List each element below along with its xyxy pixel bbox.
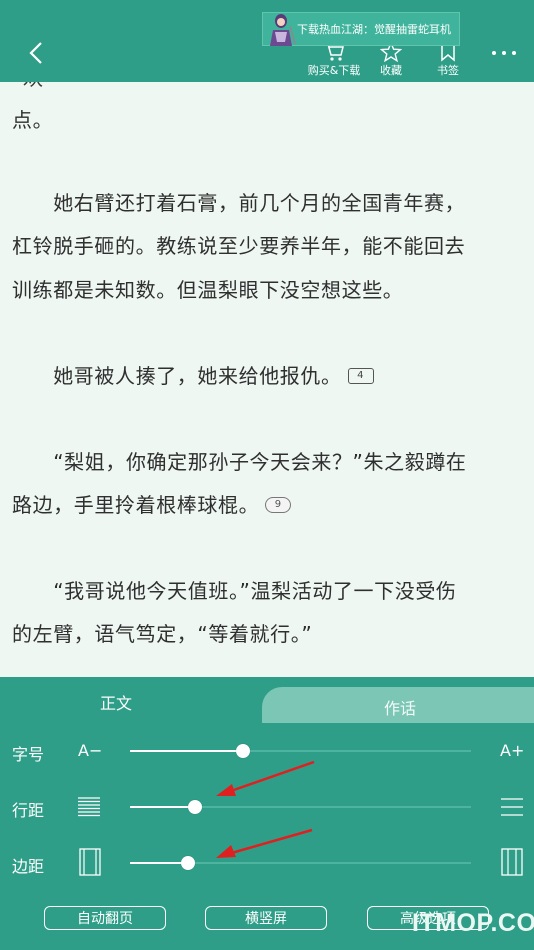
ad-banner[interactable]: 下载热血江湖：觉醒抽雷蛇耳机 xyxy=(262,12,460,46)
more-button[interactable] xyxy=(492,46,516,60)
margin-narrow-icon xyxy=(79,848,101,876)
chevron-left-icon xyxy=(29,42,42,64)
margin-narrow-button[interactable] xyxy=(79,848,101,880)
more-dot-icon xyxy=(502,51,506,55)
watermark: ITMOP.COM xyxy=(412,909,534,937)
text-line: 路边，手里拎着根棒球棍。 9 xyxy=(12,493,292,517)
partial-text-line: “欢~~~~~~~~~~~~~~~~~~~~~~” xyxy=(12,82,436,90)
tab-main-text[interactable]: 正文 xyxy=(100,690,132,714)
buy-download-label: 购买&下载 xyxy=(307,64,361,77)
comment-count-badge[interactable]: 4 xyxy=(347,367,374,384)
margin-wide-icon xyxy=(501,848,523,876)
text-line: “我哥说他今天值班。”温梨活动了一下没受伤 xyxy=(12,579,457,603)
auto-page-turn-button[interactable]: 自动翻页 xyxy=(44,906,166,930)
orientation-button[interactable]: 横竖屏 xyxy=(205,906,327,930)
text-line: 她哥被人揍了，她来给他报仇。 4 xyxy=(12,364,374,388)
text-line: 她右臂还打着石膏，前几个月的全国青年赛， xyxy=(12,191,466,215)
font-size-slider-thumb[interactable] xyxy=(236,744,250,758)
margin-wide-button[interactable] xyxy=(501,848,523,880)
text-line: “梨姐，你确定那孙子今天会来？”朱之毅蹲在 xyxy=(12,450,467,474)
more-dot-icon xyxy=(512,51,516,55)
line-spacing-dense-icon xyxy=(78,797,100,817)
reading-area[interactable]: “欢~~~~~~~~~~~~~~~~~~~~~~” 点。 她右臂还打着石膏，前几… xyxy=(0,82,534,677)
comment-count-badge[interactable]: 9 xyxy=(265,496,292,513)
line-spacing-slider-fill xyxy=(130,806,195,808)
margin-label: 边距 xyxy=(12,857,45,876)
favorite-label: 收藏 xyxy=(380,64,402,77)
line-spacing-loose-icon xyxy=(501,798,523,816)
font-decrease-button[interactable]: A− xyxy=(78,741,102,760)
text-line: 杠铃脱手砸的。教练说至少要养半年，能不能回去 xyxy=(12,234,466,258)
more-dot-icon xyxy=(492,51,496,55)
line-spacing-slider-thumb[interactable] xyxy=(188,800,202,814)
text-line: 点。 xyxy=(12,108,54,132)
text-line-content: 路边，手里拎着根棒球棍。 xyxy=(12,493,260,517)
tab-author-notes[interactable]: 作话 xyxy=(384,695,416,719)
text-line-content: 她哥被人揍了，她来给他报仇。 xyxy=(12,364,342,388)
font-size-slider-fill xyxy=(130,750,243,752)
text-line: 的左臂，语气笃定，“等着就行。” xyxy=(12,622,313,646)
margin-slider-thumb[interactable] xyxy=(181,856,195,870)
line-spacing-dense-button[interactable] xyxy=(78,796,100,822)
font-size-label: 字号 xyxy=(12,745,45,764)
ad-text: 下载热血江湖：觉醒抽雷蛇耳机 xyxy=(297,23,451,36)
font-increase-button[interactable]: A+ xyxy=(500,741,524,760)
margin-slider-fill xyxy=(130,862,188,864)
game-character-icon xyxy=(270,14,296,46)
line-spacing-label: 行距 xyxy=(12,801,45,820)
text-line: 训练都是未知数。但温梨眼下没空想这些。 xyxy=(12,278,404,302)
bookmark-label: 书签 xyxy=(437,64,459,77)
back-button[interactable] xyxy=(20,36,52,70)
line-spacing-loose-button[interactable] xyxy=(501,796,523,822)
